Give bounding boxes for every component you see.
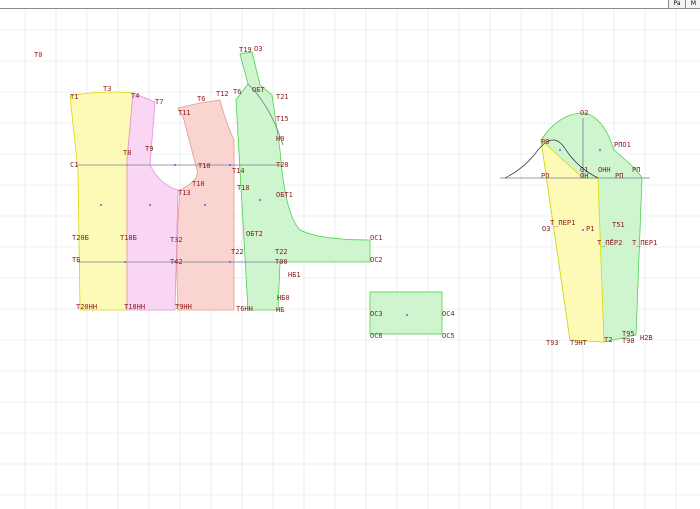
point-label: ОС2 (370, 256, 383, 264)
point-label: Т8 (123, 149, 131, 157)
point-label: Р1 (586, 225, 594, 233)
point-label: Т_ПЕР1 (632, 239, 657, 247)
pa-button[interactable]: Pa (668, 0, 685, 8)
point-label: РП (632, 166, 640, 174)
point-label: ОС6 (370, 332, 383, 340)
top-toolbar: Pa M (0, 0, 700, 9)
pattern-piece-yellow[interactable] (69, 91, 134, 311)
point-label: Н0 (276, 135, 284, 143)
point-label: Т42 (170, 258, 183, 266)
point-label: ОС3 (370, 310, 383, 318)
point-label: ОС1 (370, 234, 383, 242)
point-label: Т6 (197, 95, 205, 103)
point-label: Т12 (216, 90, 229, 98)
pattern-piece-pink[interactable] (126, 92, 179, 311)
point-label: О3 (254, 45, 262, 53)
point-label: Т15 (276, 115, 289, 123)
point-label: НБ (276, 306, 284, 314)
point-label: РО (541, 138, 549, 146)
point-label: Т20НН (76, 303, 97, 311)
point-label: НБ1 (288, 271, 301, 279)
point-label: ОБТ (252, 86, 265, 94)
point-label: РО (541, 172, 549, 180)
point-label: О3 (542, 225, 550, 233)
cad-app-window: Pa M Т0 Т1 Т3 Т4 Т7 Т6 Т12 Т11 Т8 Т9 С1 … (0, 0, 700, 509)
point-label: Т_ПЕР2 (597, 239, 622, 247)
point-label: Т0 (34, 51, 42, 59)
point-label: Т51 (612, 221, 625, 229)
point-label: С1 (70, 161, 78, 169)
point-label: О2 (580, 109, 588, 117)
point-label: ОБТ1 (276, 191, 293, 199)
point-label: ТБ (72, 256, 80, 264)
point-label: Т1 (70, 93, 78, 101)
point-label: Т7 (155, 98, 163, 106)
point-label: Т20Б (72, 234, 89, 242)
point-label: Т20 (276, 161, 289, 169)
point-label: Т10 (198, 162, 211, 170)
point-label: Т98 (622, 337, 635, 345)
point-label: Т32 (170, 236, 183, 244)
point-label: Т14 (232, 167, 245, 175)
point-label: ОБТ2 (246, 230, 263, 238)
point-label: Т9 (145, 145, 153, 153)
drawing-canvas[interactable]: Т0 Т1 Т3 Т4 Т7 Т6 Т12 Т11 Т8 Т9 С1 Т10 Т… (0, 9, 700, 509)
point-label: Т22 (275, 248, 288, 256)
point-label: Т18 (237, 184, 250, 192)
point-label: РПО1 (614, 141, 631, 149)
point-label: Т6НН (236, 305, 253, 313)
point-label: ОНН (598, 166, 611, 174)
point-label: НБ0 (277, 294, 290, 302)
point-label: Т10 (192, 180, 205, 188)
point-label: Т9НТ (570, 339, 588, 347)
point-label: Т3 (103, 85, 111, 93)
point-label: Т18НН (124, 303, 145, 311)
point-label: Т11 (178, 109, 191, 117)
m-button[interactable]: M (685, 0, 700, 8)
point-label: Т13 (178, 189, 191, 197)
point-label: Н2В (640, 334, 653, 342)
point-label: Т93 (546, 339, 559, 347)
point-label: Т21 (276, 93, 289, 101)
point-label: Т6 (233, 88, 241, 96)
point-label: ОС5 (442, 332, 455, 340)
point-label: Т_ПЕР1 (550, 219, 575, 227)
point-label: Т00 (275, 258, 288, 266)
point-label: Т18Б (120, 234, 137, 242)
point-label: ОН (580, 172, 588, 180)
point-label: Т2 (604, 336, 612, 344)
point-label: Т4 (131, 92, 139, 100)
point-label: Т22 (231, 248, 244, 256)
point-label: РП (615, 172, 623, 180)
point-label: Т19 (239, 46, 252, 54)
point-label: ОС4 (442, 310, 455, 318)
point-label: Т9НН (175, 303, 192, 311)
